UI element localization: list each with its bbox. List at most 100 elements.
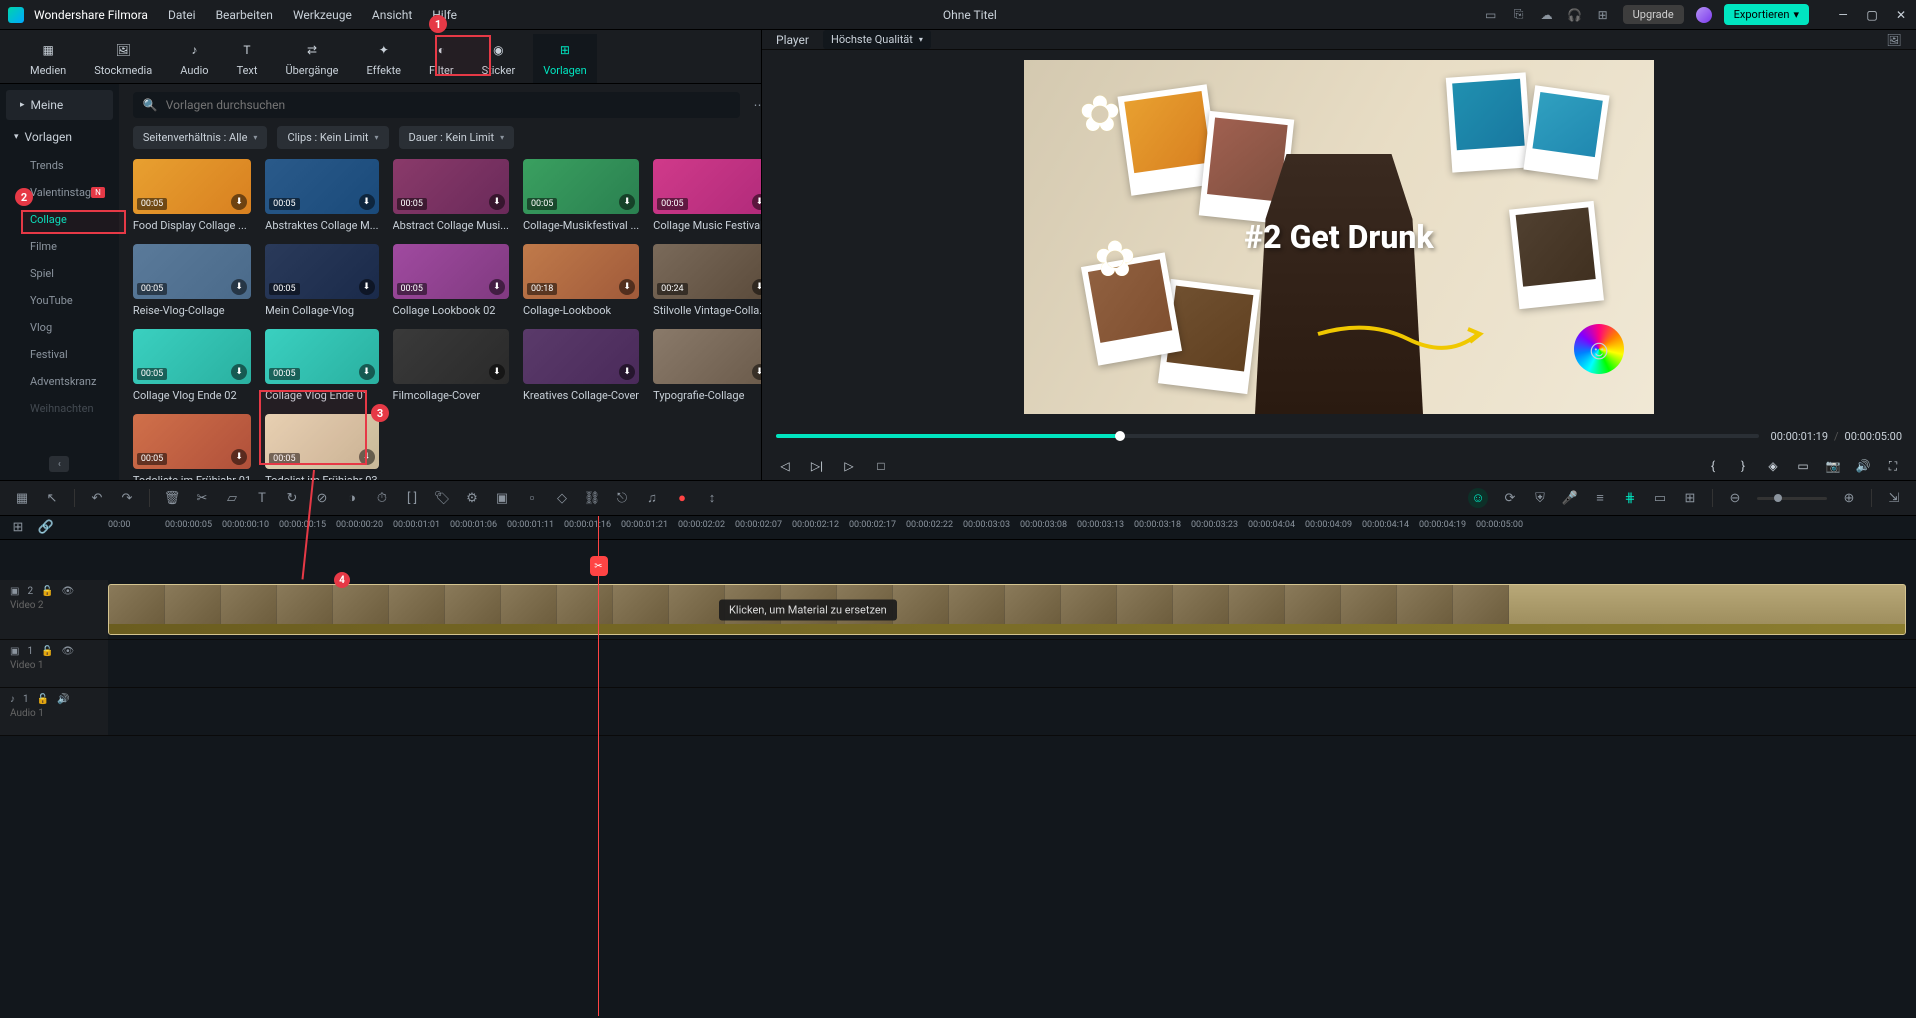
undo-icon[interactable]: ↶	[89, 490, 105, 506]
template-card[interactable]: 00:05⬇Reise-Vlog-Collage	[133, 244, 251, 317]
tool-media[interactable]: ▦Medien	[20, 34, 76, 83]
tag-icon[interactable]: 🏷	[434, 490, 450, 506]
zoom-thumb[interactable]	[1774, 494, 1782, 502]
track-head-video2[interactable]: ▣2🔓👁 Video 2	[0, 580, 108, 639]
template-card[interactable]: ⬇Filmcollage-Cover	[393, 329, 509, 402]
color-icon[interactable]: ◑	[344, 490, 360, 506]
template-card[interactable]: 00:05⬇Abstraktes Collage M...	[265, 159, 378, 232]
sidebar-item-vlog[interactable]: Vlog	[0, 314, 119, 341]
snap-icon[interactable]: ⋕	[1622, 490, 1638, 506]
seek-thumb[interactable]	[1115, 431, 1125, 441]
grid-icon[interactable]: ⊞	[1682, 490, 1698, 506]
filter-duration[interactable]: Dauer : Kein Limit	[399, 126, 515, 149]
layout-icon[interactable]: ▭	[1652, 490, 1668, 506]
template-card[interactable]: 00:05⬇Abstract Collage Musi...	[393, 159, 509, 232]
minimize-button[interactable]: —	[1836, 8, 1850, 22]
timeline-ruler[interactable]: ✂ 00:0000:00:00:0500:00:00:1000:00:00:15…	[108, 516, 1916, 539]
tool-audio[interactable]: ♪Audio	[170, 34, 218, 83]
link-tracks-icon[interactable]: 🔗	[38, 520, 54, 536]
sidebar-item-adventskranz[interactable]: Adventskranz	[0, 368, 119, 395]
prev-frame-button[interactable]: ◁	[776, 457, 794, 475]
render-icon[interactable]: ⟳	[1502, 490, 1518, 506]
sidebar-item-filme[interactable]: Filme	[0, 233, 119, 260]
tool-transitions[interactable]: ⇄Übergänge	[275, 34, 348, 83]
fullscreen-icon[interactable]: ⛶	[1884, 457, 1902, 475]
rotate-icon[interactable]: ↻	[284, 490, 300, 506]
volume-icon[interactable]: 🔊	[1854, 457, 1872, 475]
fit-icon[interactable]: ⇲	[1886, 490, 1902, 506]
menu-edit[interactable]: Bearbeiten	[216, 8, 273, 22]
more-icon[interactable]: ⋯	[748, 98, 761, 112]
menu-file[interactable]: Datei	[168, 8, 196, 22]
text-icon[interactable]: T	[254, 490, 270, 506]
adjust-icon[interactable]: ⚙	[464, 490, 480, 506]
template-card[interactable]: 00:05⬇Collage Vlog Ende 01	[265, 329, 378, 402]
stop-button[interactable]: □	[872, 457, 890, 475]
music-icon[interactable]: ♫	[644, 490, 660, 506]
crop-icon[interactable]: ▱	[224, 490, 240, 506]
menu-view[interactable]: Ansicht	[372, 8, 412, 22]
tool-text[interactable]: TText	[227, 34, 268, 83]
filter-aspect[interactable]: Seitenverhältnis : Alle	[133, 126, 268, 149]
quality-select[interactable]: Höchste Qualität	[823, 30, 931, 49]
timer-icon[interactable]: ⏱	[374, 490, 390, 506]
link-icon[interactable]: ⛓	[584, 490, 600, 506]
add-track-icon[interactable]: ⊞	[10, 520, 26, 536]
zoom-in-icon[interactable]: ⊕	[1841, 490, 1857, 506]
subtitle-icon[interactable]: ≡	[1592, 490, 1608, 506]
next-frame-button[interactable]: ▷|	[808, 457, 826, 475]
mic-icon[interactable]: 🎤	[1562, 490, 1578, 506]
bracket-icon[interactable]: [ ]	[404, 490, 420, 506]
tool-stockmedia[interactable]: 🖼Stockmedia	[84, 34, 162, 83]
detach-icon[interactable]: ⎋	[614, 490, 630, 506]
template-card[interactable]: 00:05⬇Mein Collage-Vlog	[265, 244, 378, 317]
tool-sticker[interactable]: ◉Sticker	[472, 34, 526, 83]
sidebar-item-youtube[interactable]: YouTube	[0, 287, 119, 314]
template-card[interactable]: 00:05⬇Todoliste im Frühjahr 01	[133, 414, 251, 480]
template-card[interactable]: ⬇Kreatives Collage-Cover	[523, 329, 639, 402]
menu-tools[interactable]: Werkzeuge	[293, 8, 352, 22]
sidebar-item-trends[interactable]: Trends	[0, 152, 119, 179]
lock-icon[interactable]: 🔓	[37, 694, 49, 705]
filter-clips[interactable]: Clips : Kein Limit	[277, 126, 388, 149]
save-icon[interactable]: ⎘	[1511, 7, 1527, 23]
sidebar-group-templates[interactable]: Vorlagen	[0, 122, 119, 152]
video-preview[interactable]: #2 Get Drunk ☺	[1024, 60, 1654, 414]
record-icon[interactable]: ●	[674, 490, 690, 506]
template-card[interactable]: 00:05⬇Todolist im Frühjahr 03	[265, 414, 378, 480]
zoom-out-icon[interactable]: ⊖	[1727, 490, 1743, 506]
headphones-icon[interactable]: 🎧	[1567, 7, 1583, 23]
template-card[interactable]: 00:05⬇Collage Vlog Ende 02	[133, 329, 251, 402]
marker-icon[interactable]: ◈	[1764, 457, 1782, 475]
cut-icon[interactable]: ✂	[194, 490, 210, 506]
layout-icon[interactable]: ▭	[1483, 7, 1499, 23]
lock-icon[interactable]: 🔓	[41, 586, 53, 597]
tool-templates[interactable]: ⊞Vorlagen	[533, 34, 597, 83]
keyframe-icon[interactable]: ◇	[554, 490, 570, 506]
sidebar-item-festival[interactable]: Festival	[0, 341, 119, 368]
cloud-icon[interactable]: ☁	[1539, 7, 1555, 23]
search-box[interactable]: 🔍	[133, 92, 740, 118]
visibility-icon[interactable]: 👁	[62, 646, 75, 657]
template-card[interactable]: 00:05⬇Collage Music Festival...	[653, 159, 761, 232]
zoom-slider[interactable]	[1757, 497, 1827, 500]
sidebar-item-collage[interactable]: Collage	[0, 206, 119, 233]
apps-icon[interactable]: ⊞	[1595, 7, 1611, 23]
upgrade-button[interactable]: Upgrade	[1623, 5, 1684, 24]
tool-filter[interactable]: ◐Filter	[419, 34, 464, 83]
lock-icon[interactable]: 🔓	[41, 646, 53, 657]
search-input[interactable]	[166, 98, 730, 112]
marker-in-icon[interactable]: {	[1704, 457, 1722, 475]
mixer-icon[interactable]: ↕	[704, 490, 720, 506]
template-card[interactable]: 00:18⬇Collage-Lookbook	[523, 244, 639, 317]
display-icon[interactable]: ▭	[1794, 457, 1812, 475]
seek-bar[interactable]	[776, 434, 1759, 438]
delete-icon[interactable]: 🗑	[164, 490, 180, 506]
visibility-icon[interactable]: 👁	[62, 586, 75, 597]
close-button[interactable]: ✕	[1894, 8, 1908, 22]
maximize-button[interactable]: ▢	[1865, 8, 1879, 22]
sidebar-collapse-button[interactable]: ‹	[49, 456, 69, 472]
marker-out-icon[interactable]: }	[1734, 457, 1752, 475]
sidebar-group-mine[interactable]: Meine	[6, 90, 113, 120]
speed-icon[interactable]: ⊘	[314, 490, 330, 506]
